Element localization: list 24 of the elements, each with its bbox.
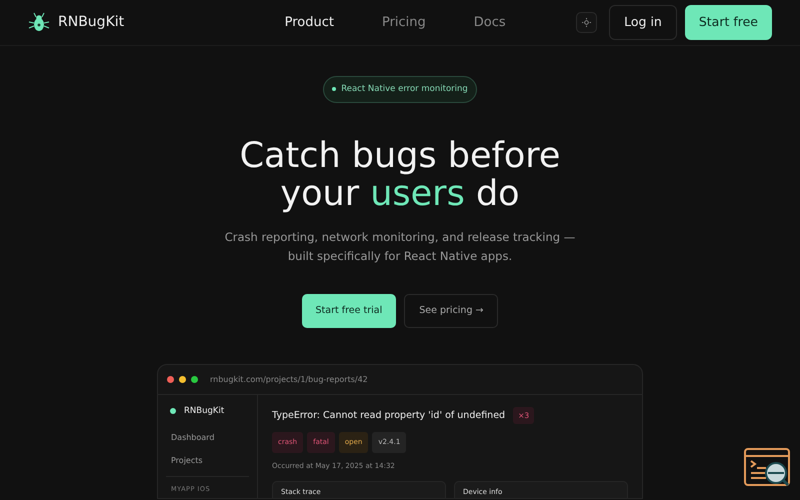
- close-dot-icon: [167, 376, 174, 383]
- url-text: rnbugkit.com/projects/1/bug-reports/42: [210, 374, 368, 386]
- sidebar-brand: RNBugKit: [184, 405, 224, 418]
- hero-headline: Catch bugs before your users do: [240, 136, 560, 213]
- login-button[interactable]: Log in: [609, 5, 677, 40]
- sidebar-item[interactable]: Dashboard: [166, 426, 249, 449]
- see-pricing-button[interactable]: See pricing →: [404, 294, 498, 328]
- status-dot-icon: [170, 408, 176, 414]
- sun-icon: [582, 18, 592, 27]
- nav-link[interactable]: Docs: [474, 12, 506, 32]
- start-trial-button[interactable]: Start free trial: [302, 294, 396, 328]
- announcement-pill: React Native error monitoring: [323, 76, 477, 103]
- sidebar-item[interactable]: Projects: [166, 448, 249, 472]
- start-free-button[interactable]: Start free: [684, 5, 772, 40]
- debug-inspector-icon[interactable]: [744, 448, 792, 488]
- error-title: TypeError: Cannot read property 'id' of undefined: [272, 408, 506, 422]
- minimize-dot-icon: [179, 376, 186, 383]
- maximize-dot-icon: [191, 376, 198, 383]
- nav-link[interactable]: Product: [284, 12, 334, 32]
- bug-logo-icon: [28, 12, 50, 34]
- brand-name: RNBugKit: [58, 13, 124, 32]
- theme-toggle-button[interactable]: [576, 12, 598, 33]
- nav-link[interactable]: Pricing: [382, 12, 426, 32]
- hero-subtitle: Crash reporting, network monitoring, and release tracking — built specifically for React Native apps.: [224, 228, 576, 265]
